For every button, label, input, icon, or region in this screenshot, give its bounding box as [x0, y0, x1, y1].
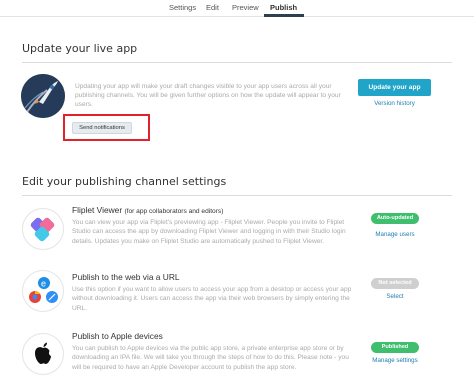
apple-icon — [22, 333, 64, 375]
update-app-button[interactable]: Update your app — [358, 79, 431, 96]
status-badge: Auto-updated — [371, 213, 419, 224]
active-tab-indicator — [264, 14, 304, 17]
update-description: Updating your app will make your draft c… — [75, 83, 341, 109]
tab-publish[interactable]: Publish — [270, 3, 297, 12]
section-divider — [22, 62, 452, 63]
svg-text:e: e — [41, 279, 46, 289]
status-badge: Not selected — [371, 278, 419, 289]
channels-section-title: Edit your publishing channel settings — [22, 175, 227, 188]
status-badge: Published — [371, 342, 419, 353]
update-section-title: Update your live app — [22, 42, 138, 55]
rocket-icon — [21, 74, 65, 118]
select-link[interactable]: Select — [362, 293, 428, 300]
channel-title: Fliplet Viewer (for app collaborators an… — [72, 205, 224, 215]
version-history-link[interactable]: Version history — [358, 100, 431, 107]
channel-description: You can view your app via Fliplet's prev… — [72, 219, 346, 245]
channel-title: Publish to the web via a URL — [72, 272, 180, 282]
manage-users-link[interactable]: Manage users — [362, 231, 428, 238]
web-browsers-icon: e — [22, 270, 64, 312]
highlight-annotation — [63, 114, 150, 141]
channel-subtitle: (for app collaborators and editors) — [124, 208, 224, 215]
fliplet-viewer-icon — [22, 208, 64, 250]
manage-settings-link[interactable]: Manage settings — [358, 357, 432, 364]
tab-bar: Settings Edit Preview Publish — [0, 0, 474, 17]
channel-title: Publish to Apple devices — [72, 331, 163, 341]
channel-description: Use this option if you want to allow use… — [72, 286, 352, 312]
tab-settings[interactable]: Settings — [169, 3, 196, 12]
tab-edit[interactable]: Edit — [206, 3, 219, 12]
tab-preview[interactable]: Preview — [232, 3, 259, 12]
section-divider — [22, 195, 452, 196]
channel-description: You can publish to Apple devices via the… — [72, 345, 349, 371]
